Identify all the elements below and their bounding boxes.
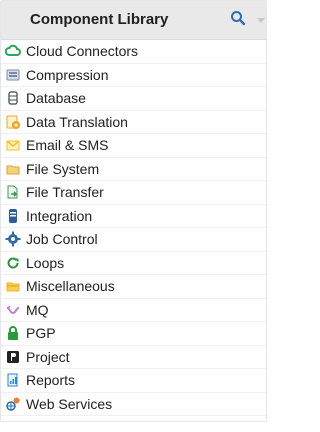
list-item-label: Reports [26,372,76,389]
panel-title: Component Library [30,11,169,28]
component-list: Cloud Connectors Compression Database Da… [1,40,266,416]
misc-folder-icon [5,278,21,294]
list-item-label: Web Services [26,395,113,412]
search-icon [230,10,246,31]
list-item-reports[interactable]: Reports [1,369,266,393]
list-item-label: Cloud Connectors [26,43,139,60]
list-item-label: Loops [26,254,65,271]
list-item-label: Database [26,90,86,107]
project-icon [5,349,21,365]
list-item-label: Email & SMS [26,137,109,154]
list-item-job-control[interactable]: Job Control [1,228,266,252]
integration-icon [5,208,21,224]
list-item-web-services[interactable]: Web Services [1,393,266,416]
list-item-file-system[interactable]: File System [1,158,266,181]
list-item-label: File System [26,160,100,177]
mq-icon [5,302,21,318]
loop-icon [5,255,21,271]
list-item-label: Compression [26,66,109,83]
list-item-cloud-connectors[interactable]: Cloud Connectors [1,40,266,64]
list-item-label: Project [26,348,70,365]
list-item-miscellaneous[interactable]: Miscellaneous [1,275,266,299]
database-icon [5,90,21,106]
list-item-label: MQ [26,301,49,318]
email-icon [5,137,21,153]
list-item-label: File Transfer [26,184,104,201]
folder-icon [5,161,21,177]
web-services-icon [5,396,21,412]
panel-header: Component Library [1,1,266,40]
list-item-database[interactable]: Database [1,87,266,111]
list-item-file-transfer[interactable]: File Transfer [1,181,266,205]
list-item-project[interactable]: Project [1,346,266,369]
list-item-label: Integration [26,207,93,224]
gear-icon [5,231,21,247]
list-item-integration[interactable]: Integration [1,205,266,228]
data-translation-icon [5,114,21,130]
list-item-label: PGP [26,325,56,342]
list-item-label: Job Control [26,231,98,248]
dropdown-caret-icon[interactable] [257,18,265,23]
reports-icon [5,372,21,388]
list-item-loops[interactable]: Loops [1,252,266,275]
lock-icon [5,325,21,341]
list-item-label: Miscellaneous [26,278,115,295]
search-button[interactable] [227,10,249,30]
list-item-compression[interactable]: Compression [1,64,266,87]
cloud-icon [5,43,21,59]
list-item-mq[interactable]: MQ [1,299,266,322]
file-transfer-icon [5,184,21,200]
component-library-panel: Component Library Cloud Connectors Compr… [0,0,267,422]
list-item-label: Data Translation [26,113,128,130]
list-item-email-sms[interactable]: Email & SMS [1,134,266,158]
list-item-pgp[interactable]: PGP [1,322,266,346]
compression-icon [5,67,21,83]
list-item-data-translation[interactable]: Data Translation [1,111,266,134]
